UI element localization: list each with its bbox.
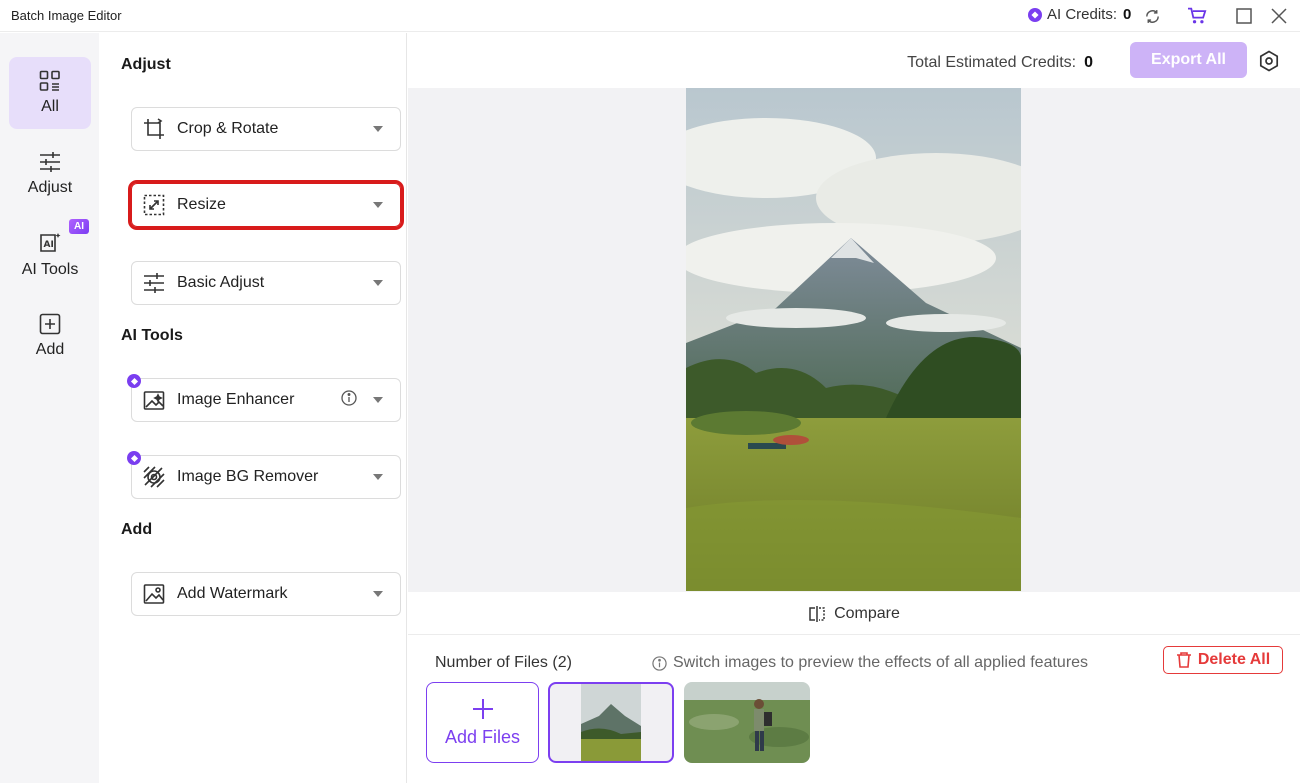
files-hint-text: Switch images to preview the effects of … [673,654,1089,671]
sliders-icon [40,152,60,172]
resize-dropdown[interactable]: Resize [128,180,404,230]
add-watermark-label: Add Watermark [177,585,288,602]
ai-credits-label: AI Credits: [1047,6,1118,23]
info-icon[interactable] [341,389,357,411]
ai-tools-icon: AI [40,233,61,252]
preview-photo-mountain [686,88,1021,591]
bg-remover-icon [143,466,165,488]
chevron-down-icon [373,126,383,132]
compare-icon [809,605,825,622]
grid-icon [39,70,60,91]
plus-square-icon [39,313,61,335]
export-all-button[interactable]: Export All [1130,42,1247,78]
delete-all-label: Delete All [1197,651,1271,668]
chevron-down-icon [373,280,383,286]
image-bg-remover-dropdown[interactable]: Image BG Remover [127,451,401,499]
image-preview-area [408,88,1300,592]
app-title: Batch Image Editor [11,8,122,23]
basic-adjust-label: Basic Adjust [177,274,265,291]
total-estimated-credits: Total Estimated Credits: 0 [907,54,1093,72]
add-files-button[interactable]: Add Files [426,682,539,763]
rail-item-label: AI Tools [21,261,79,278]
section-title-add: Add [121,521,153,538]
basic-adjust-dropdown[interactable]: Basic Adjust [131,261,401,305]
title-bar: Batch Image Editor AI Credits: 0 [0,0,1300,32]
settings-icon[interactable] [1258,50,1280,77]
compare-button[interactable]: Compare [408,593,1300,635]
image-enhancer-icon [143,389,165,411]
info-icon [652,655,667,671]
file-thumbnail-2[interactable] [684,682,810,763]
ai-credits-value: 0 [1123,6,1132,23]
chevron-down-icon [373,202,383,208]
add-watermark-dropdown[interactable]: Add Watermark [131,572,401,616]
ai-credits-gem-icon [1028,7,1042,22]
files-bar: Number of Files (2) Switch images to pre… [408,636,1300,783]
chevron-down-icon [373,591,383,597]
rail-item-label: Add [35,341,65,358]
close-icon[interactable] [1269,6,1289,26]
resize-icon [143,194,165,216]
rail-item-label: Adjust [27,179,73,196]
files-count: Number of Files (2) [435,654,572,671]
sliders-icon [143,272,165,294]
left-rail: All Adjust AI AI Tools Add AI [0,33,99,783]
resize-label: Resize [177,196,226,213]
rail-item-add[interactable]: Add [9,300,91,372]
svg-text:AI: AI [44,240,54,250]
add-files-label: Add Files [444,727,521,747]
section-title-ai-tools: AI Tools [121,327,183,344]
maximize-icon[interactable] [1234,6,1254,26]
trash-icon [1176,652,1191,668]
files-hint: Switch images to preview the effects of … [652,654,1088,672]
cart-icon[interactable] [1187,6,1207,26]
delete-all-button[interactable]: Delete All [1163,646,1283,674]
main-area: Total Estimated Credits: 0 Export All Co… [408,33,1300,783]
plus-icon [472,699,493,719]
compare-label: Compare [834,604,900,622]
watermark-icon [143,583,165,605]
ai-badge: AI [69,219,89,234]
crop-icon [143,118,165,140]
section-title-adjust: Adjust [121,56,171,73]
total-credits-label: Total Estimated Credits: [907,54,1077,71]
image-enhancer-dropdown[interactable]: Image Enhancer [127,374,401,422]
chevron-down-icon [373,474,383,480]
premium-gem-icon [127,451,141,465]
total-credits-value: 0 [1084,54,1093,71]
rail-item-adjust[interactable]: Adjust [9,138,91,210]
chevron-down-icon [373,397,383,403]
file-thumbnail-1[interactable] [548,682,674,763]
ai-credits: AI Credits: 0 [1028,6,1131,23]
refresh-icon[interactable] [1142,6,1162,26]
bg-remover-label: Image BG Remover [177,468,319,485]
premium-gem-icon [127,374,141,388]
rail-item-all[interactable]: All [9,57,91,129]
crop-rotate-label: Crop & Rotate [177,120,279,137]
feature-panel: Adjust Crop & Rotate Resize Basic Adjust… [99,33,407,783]
rail-item-label: All [41,98,59,115]
image-enhancer-label: Image Enhancer [177,391,295,408]
crop-rotate-dropdown[interactable]: Crop & Rotate [131,107,401,151]
